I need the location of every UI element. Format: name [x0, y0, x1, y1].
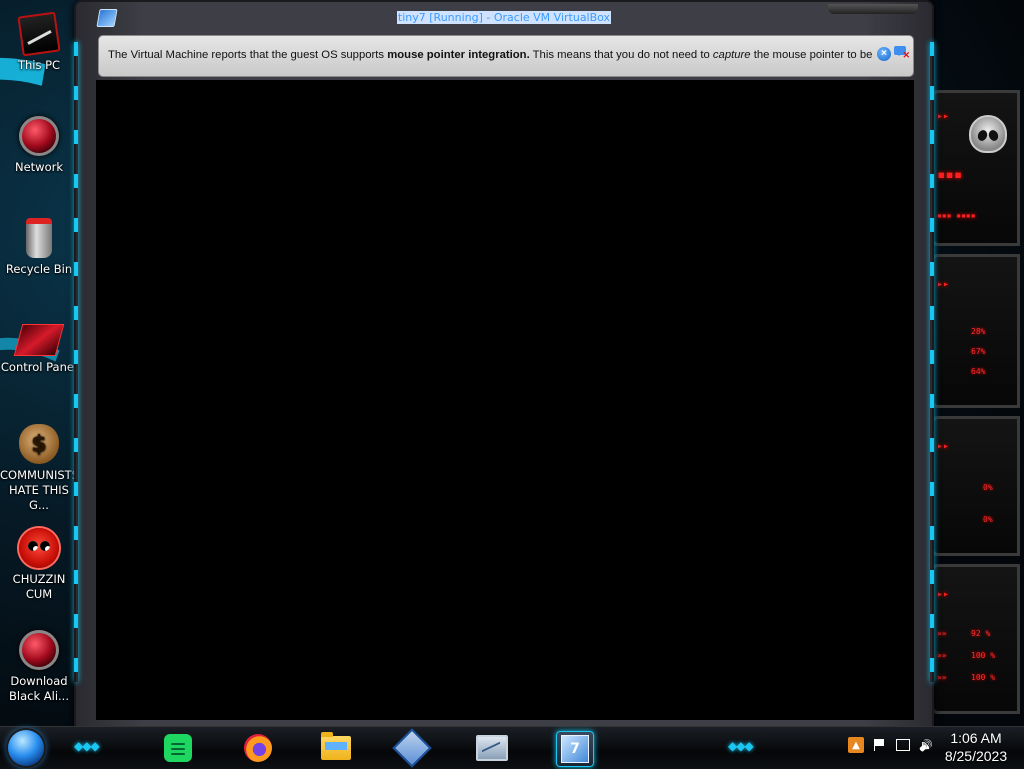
taskbar-app-firefox[interactable]: [240, 731, 276, 765]
virtualbox-window[interactable]: tiny7 [Running] - Oracle VM VirtualBox T…: [74, 0, 934, 732]
desktop-icon-label: CHUZZIN CUM: [12, 572, 66, 601]
mouse-integration-notice: The Virtual Machine reports that the gue…: [98, 35, 914, 77]
gadget-glyph: »»: [937, 651, 947, 660]
taskbar-clock[interactable]: 1:06 AM 8/25/2023: [936, 729, 1016, 765]
taskbar-decoration: ◆◆◆: [728, 739, 754, 753]
net-percent: 100 %: [971, 651, 996, 660]
gadget-glyph: »»: [937, 629, 947, 638]
windows7-icon: [561, 735, 589, 763]
gadget-glyph: ▸▸: [937, 441, 950, 452]
desktop-icon-network[interactable]: Network: [0, 116, 78, 175]
sidebar-gadgets: ▸▸ ▪▪▪ ▪▪▪ ▪▪▪▪ ▸▸ 28% 67% 64% ▸▸ 0% 0% …: [925, 86, 1024, 726]
desktop-icon-label: Network: [14, 160, 64, 174]
desktop-icon-control-panel[interactable]: Control Panel: [0, 324, 78, 375]
desktop-icon-label: COMMUNISTS HATE THIS G...: [0, 468, 79, 512]
network-tray-icon[interactable]: [896, 739, 910, 751]
alienware-orb-icon: [19, 630, 59, 670]
app-tray-icon[interactable]: ▲: [848, 737, 864, 753]
disk-percent: 0%: [983, 483, 993, 492]
gadget-glyph: ▸▸: [937, 589, 950, 600]
desktop-icon-communists[interactable]: $ COMMUNISTS HATE THIS G...: [0, 424, 79, 513]
desktop-icon-download-black-alienware[interactable]: Download Black Ali...: [0, 630, 78, 704]
desktop-icon-recycle-bin[interactable]: Recycle Bin: [0, 218, 78, 277]
clock-date: 8/25/2023: [944, 748, 1008, 764]
gadget-glyph: ▸▸: [937, 111, 950, 122]
window-control-buttons[interactable]: [828, 4, 918, 14]
spotify-icon: [164, 734, 192, 762]
desktop-icon-chuzzin[interactable]: CHUZZIN CUM: [0, 528, 78, 602]
notice-message: The Virtual Machine reports that the gue…: [108, 49, 873, 61]
control-panel-icon: [13, 324, 65, 356]
net-percent: 100 %: [971, 673, 996, 682]
cpu-percent: 67%: [971, 347, 986, 356]
firefox-icon: [244, 734, 272, 762]
start-button[interactable]: [8, 730, 44, 766]
taskbar-app-explorer[interactable]: [318, 731, 354, 765]
action-center-flag-icon[interactable]: [872, 737, 888, 753]
gadget-glyph: ▪▪▪: [937, 167, 963, 183]
alien-head-icon: [969, 115, 1007, 153]
taskbar-app-spotify[interactable]: [160, 731, 196, 765]
taskbar-app-virtualbox[interactable]: [392, 728, 432, 768]
money-bag-icon: $: [19, 424, 59, 464]
alienware-clock-gadget[interactable]: ▸▸ ▪▪▪ ▪▪▪ ▪▪▪▪: [925, 90, 1020, 246]
message-dismiss-icon[interactable]: ✕: [894, 46, 910, 60]
desktop-icon-label: Recycle Bin: [5, 262, 73, 276]
network-meter-gadget[interactable]: ▸▸ »» 92 % »» 100 % »» 100 %: [925, 564, 1020, 714]
clock-time: 1:06 AM: [950, 730, 1002, 746]
computer-icon: [17, 11, 61, 57]
close-circle-icon[interactable]: ×: [877, 47, 891, 61]
disk-percent: 0%: [983, 515, 993, 524]
guest-display[interactable]: [96, 80, 914, 720]
system-tray: ▲: [848, 737, 934, 753]
desktop-icon-this-pc[interactable]: This PC: [0, 11, 78, 73]
volume-icon[interactable]: [918, 737, 934, 753]
window-titlebar[interactable]: tiny7 [Running] - Oracle VM VirtualBox: [76, 2, 932, 30]
cpu-meter-gadget[interactable]: ▸▸ 28% 67% 64%: [925, 254, 1020, 408]
cpu-percent: 64%: [971, 367, 986, 376]
cpu-percent: 28%: [971, 327, 986, 336]
taskbar-app-resource-monitor[interactable]: [474, 731, 510, 765]
desktop-icon-label: This PC: [17, 58, 61, 72]
desktop-icon-label: Download Black Ali...: [9, 674, 69, 703]
recycle-bin-icon: [26, 218, 52, 258]
desktop-icon-label: Control Panel: [0, 360, 78, 374]
folder-icon: [321, 732, 351, 760]
fuzzy-creature-icon: [19, 528, 59, 568]
net-percent: 92 %: [971, 629, 991, 638]
window-title: tiny7 [Running] - Oracle VM VirtualBox: [396, 11, 612, 24]
virtualbox-icon: [392, 728, 432, 768]
taskbar-app-tiny7[interactable]: [556, 731, 594, 767]
monitor-icon: [476, 735, 508, 761]
disk-meter-gadget[interactable]: ▸▸ 0% 0%: [925, 416, 1020, 556]
gadget-glyph: ▸▸: [937, 279, 950, 290]
gadget-glyph: ▪▪▪ ▪▪▪▪: [937, 211, 976, 220]
gadget-glyph: »»: [937, 673, 947, 682]
taskbar-decoration: ◆◆◆: [74, 739, 100, 753]
network-icon: [19, 116, 59, 156]
taskbar: ◆◆◆ ◆◆◆ ▲ 1:06 AM 8/25/2023: [0, 726, 1024, 769]
